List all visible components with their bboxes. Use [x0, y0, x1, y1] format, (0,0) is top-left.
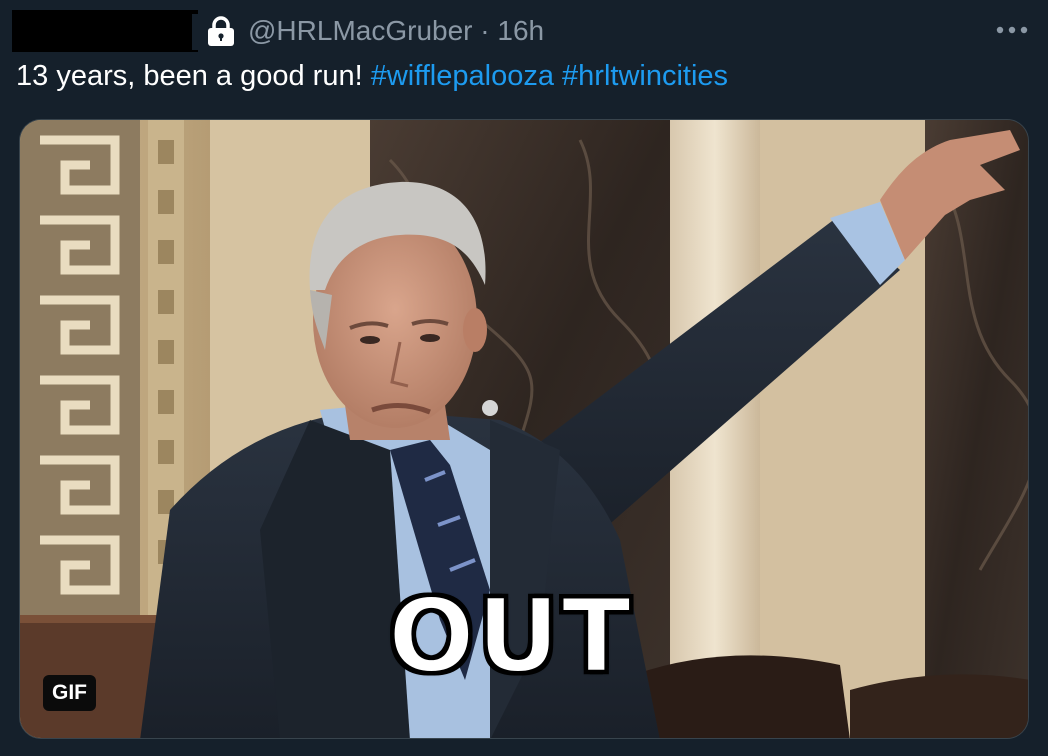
- tweet-text: 13 years, been a good run! #wifflepalooz…: [16, 58, 728, 94]
- name-tail: [192, 14, 198, 50]
- tweet: @HRLMacGruber · 16h 13 years, been a goo…: [0, 0, 1048, 756]
- tweet-meta: @HRLMacGruber · 16h: [248, 13, 544, 49]
- more-icon[interactable]: [992, 16, 1032, 44]
- lock-icon: [208, 16, 234, 46]
- meta-separator: ·: [480, 15, 490, 46]
- gif-badge: GIF: [43, 675, 96, 711]
- hashtag-hrltwincities[interactable]: #hrltwincities: [562, 60, 728, 92]
- timestamp[interactable]: 16h: [497, 15, 544, 46]
- redacted-display-name: [12, 10, 198, 52]
- tweet-body: 13 years, been a good run!: [16, 60, 363, 92]
- gif-media[interactable]: OUT GIF: [19, 119, 1029, 739]
- gif-caption: OUT: [386, 577, 634, 696]
- user-handle[interactable]: @HRLMacGruber: [248, 15, 472, 46]
- hashtag-wifflepalooza[interactable]: #wifflepalooza: [371, 60, 554, 92]
